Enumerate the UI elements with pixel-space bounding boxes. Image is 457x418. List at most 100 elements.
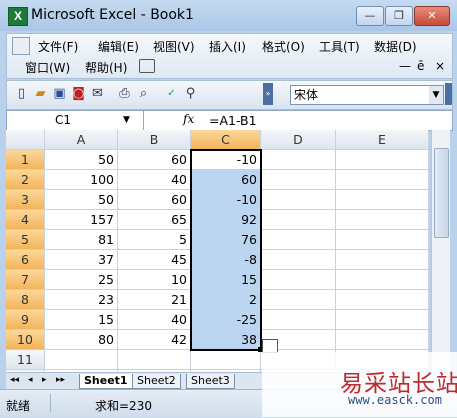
cell-a[interactable]: 100 bbox=[45, 170, 118, 190]
restore-button[interactable]: ❐ bbox=[385, 6, 413, 26]
research-glasses-icon[interactable] bbox=[139, 59, 155, 73]
menu-insert[interactable]: 插入(I) bbox=[209, 38, 246, 55]
column-header-b[interactable]: B bbox=[118, 130, 191, 150]
cell-a[interactable]: 50 bbox=[45, 150, 118, 170]
cell-c[interactable]: 76 bbox=[191, 230, 261, 250]
cell-e[interactable] bbox=[336, 270, 429, 290]
cell-e[interactable] bbox=[336, 170, 429, 190]
insert-function-icon[interactable]: fx bbox=[183, 112, 194, 126]
toolbar-options-icon[interactable]: » bbox=[263, 83, 273, 105]
menu-file[interactable]: 文件(F) bbox=[38, 38, 78, 55]
row-header[interactable]: 7 bbox=[6, 270, 45, 290]
cell-c[interactable]: -10 bbox=[191, 150, 261, 170]
cell-e[interactable] bbox=[336, 290, 429, 310]
cell-b[interactable]: 10 bbox=[118, 270, 191, 290]
cell-a[interactable]: 25 bbox=[45, 270, 118, 290]
cell-b[interactable]: 40 bbox=[118, 310, 191, 330]
cell-c[interactable]: 38 bbox=[191, 330, 261, 350]
cell-d[interactable] bbox=[261, 170, 336, 190]
cell-e[interactable] bbox=[336, 250, 429, 270]
doc-restore-button[interactable]: ē bbox=[417, 59, 424, 73]
permission-icon[interactable]: ◙ bbox=[70, 85, 87, 102]
cell-c[interactable]: -8 bbox=[191, 250, 261, 270]
toolbar-options-icon-2[interactable] bbox=[445, 83, 452, 105]
tab-sheet3[interactable]: Sheet3 bbox=[186, 374, 235, 389]
cell-c[interactable] bbox=[191, 350, 261, 370]
research-icon[interactable]: ⚲ bbox=[182, 85, 199, 102]
cell-b[interactable]: 45 bbox=[118, 250, 191, 270]
cell-b[interactable]: 5 bbox=[118, 230, 191, 250]
menu-edit[interactable]: 编辑(E) bbox=[98, 38, 139, 55]
minimize-button[interactable]: — bbox=[356, 6, 384, 26]
cell-e[interactable] bbox=[336, 210, 429, 230]
cell-c[interactable]: 92 bbox=[191, 210, 261, 230]
tab-sheet1[interactable]: Sheet1 bbox=[79, 374, 133, 389]
row-header[interactable]: 8 bbox=[6, 290, 45, 310]
workbook-icon[interactable] bbox=[12, 37, 30, 55]
cell-c[interactable]: 60 bbox=[191, 170, 261, 190]
save-icon[interactable]: ▣ bbox=[51, 85, 68, 102]
cell-a[interactable]: 50 bbox=[45, 190, 118, 210]
menu-data[interactable]: 数据(D) bbox=[374, 38, 417, 55]
spelling-icon[interactable]: ✓ bbox=[163, 85, 180, 102]
column-header-a[interactable]: A bbox=[45, 130, 118, 150]
new-icon[interactable]: ▯ bbox=[13, 85, 30, 102]
cell-c[interactable]: -25 bbox=[191, 310, 261, 330]
cell-a[interactable]: 15 bbox=[45, 310, 118, 330]
cell-b[interactable]: 60 bbox=[118, 150, 191, 170]
cell-d[interactable] bbox=[261, 150, 336, 170]
cell-e[interactable] bbox=[336, 310, 429, 330]
name-box[interactable]: C1 ▼ bbox=[7, 111, 144, 130]
row-header[interactable]: 6 bbox=[6, 250, 45, 270]
menu-view[interactable]: 视图(V) bbox=[153, 38, 195, 55]
cell-a[interactable]: 23 bbox=[45, 290, 118, 310]
doc-close-button[interactable]: × bbox=[435, 59, 445, 73]
cell-b[interactable]: 65 bbox=[118, 210, 191, 230]
cell-d[interactable] bbox=[261, 210, 336, 230]
menu-tools[interactable]: 工具(T) bbox=[319, 38, 360, 55]
cell-e[interactable] bbox=[336, 230, 429, 250]
close-button[interactable]: ✕ bbox=[414, 6, 450, 26]
cell-e[interactable] bbox=[336, 150, 429, 170]
cell-b[interactable]: 21 bbox=[118, 290, 191, 310]
row-header[interactable]: 2 bbox=[6, 170, 45, 190]
chevron-down-icon[interactable]: ▼ bbox=[429, 86, 443, 104]
row-header[interactable]: 1 bbox=[6, 150, 45, 170]
column-header-d[interactable]: D bbox=[261, 130, 336, 150]
column-header-c[interactable]: C bbox=[191, 130, 261, 150]
tab-nav-first-icon[interactable]: ◂◂ bbox=[10, 375, 19, 385]
cell-c[interactable]: 15 bbox=[191, 270, 261, 290]
row-header[interactable]: 4 bbox=[6, 210, 45, 230]
doc-minimize-button[interactable]: — bbox=[399, 59, 411, 73]
row-header[interactable]: 5 bbox=[6, 230, 45, 250]
cell-b[interactable] bbox=[118, 350, 191, 370]
cell-e[interactable] bbox=[336, 330, 429, 350]
print-preview-icon[interactable]: ⌕ bbox=[135, 85, 152, 102]
worksheet-grid[interactable]: A B C D E 1 50 60 -10 2 100 40 60 3 50 60 -10 4 157 65 92 5 81… bbox=[6, 130, 429, 372]
tab-nav-prev-icon[interactable]: ◂ bbox=[28, 375, 33, 385]
column-header-e[interactable]: E bbox=[336, 130, 429, 150]
cell-d[interactable] bbox=[261, 290, 336, 310]
row-header[interactable]: 9 bbox=[6, 310, 45, 330]
tab-sheet2[interactable]: Sheet2 bbox=[132, 374, 181, 389]
cell-d[interactable] bbox=[261, 250, 336, 270]
cell-c[interactable]: 2 bbox=[191, 290, 261, 310]
cell-e[interactable] bbox=[336, 190, 429, 210]
row-header[interactable]: 3 bbox=[6, 190, 45, 210]
row-header[interactable]: 11 bbox=[6, 350, 45, 370]
excel-app-icon[interactable]: X bbox=[8, 7, 28, 26]
cell-d[interactable] bbox=[261, 270, 336, 290]
cell-b[interactable]: 40 bbox=[118, 170, 191, 190]
cell-a[interactable]: 37 bbox=[45, 250, 118, 270]
cell-d[interactable] bbox=[261, 190, 336, 210]
font-name-select[interactable]: 宋体 ▼ bbox=[290, 85, 444, 105]
cell-a[interactable]: 81 bbox=[45, 230, 118, 250]
cell-d[interactable] bbox=[261, 230, 336, 250]
open-icon[interactable]: ▰ bbox=[32, 85, 49, 102]
vertical-scrollbar[interactable] bbox=[431, 130, 450, 372]
cell-a[interactable]: 157 bbox=[45, 210, 118, 230]
formula-input[interactable]: =A1-B1 bbox=[209, 113, 257, 128]
scroll-thumb[interactable] bbox=[434, 148, 449, 238]
chevron-down-icon[interactable]: ▼ bbox=[123, 111, 130, 130]
cell-d[interactable] bbox=[261, 310, 336, 330]
